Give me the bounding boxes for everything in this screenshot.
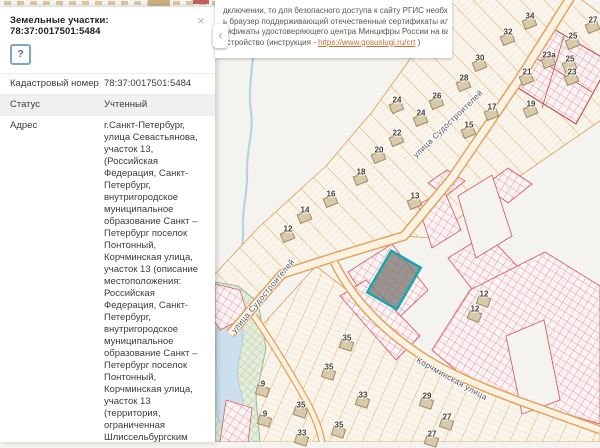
table-row: Статус Учтенный: [0, 94, 215, 115]
banner-line: дключении, то для безопасного доступа к …: [223, 6, 448, 15]
row-label: Статус: [10, 99, 41, 110]
table-row: Кадастровый номер 78:37:0017501:5484: [0, 73, 215, 94]
banner-line: тификаты удостоверяющего центра Минцифры…: [223, 27, 448, 36]
map-fragment: [148, 0, 170, 6]
table-row: Адрес г.Санкт-Петербург, улица Севастьян…: [0, 115, 215, 442]
gosuslugi-link[interactable]: https://www.gosuslugi.ru/crt: [318, 38, 415, 47]
banner-line: ь браузер поддерживающий отечественные с…: [223, 16, 448, 26]
banner-line: устройство (инструкция - https://www.gos…: [223, 38, 448, 49]
row-value: Учтенный: [104, 99, 148, 110]
certificate-warning-banner: дключении, то для безопасного доступа к …: [215, 0, 452, 58]
panel-title: Земельные участки: 78:37:0017501:5484: [10, 15, 109, 37]
panel-header: Земельные участки: 78:37:0017501:5484 ×: [0, 7, 215, 37]
banner-line-prefix: устройство (инструкция -: [223, 37, 319, 47]
row-label: Адрес: [10, 120, 38, 131]
row-value: 78:37:0017501:5484: [104, 78, 192, 89]
row-label: Кадастровый номер: [10, 78, 99, 89]
banner-line-suffix: ): [415, 37, 421, 47]
row-value: г.Санкт-Петербург, улица Севастьянова, у…: [104, 120, 199, 442]
banner-collapse-chevron-icon[interactable]: ‹: [213, 24, 228, 48]
attribute-table: Кадастровый номер 78:37:0017501:5484 Ста…: [0, 73, 215, 442]
close-icon[interactable]: ×: [194, 14, 208, 28]
parcel-info-panel: Земельные участки: 78:37:0017501:5484 × …: [0, 7, 215, 442]
help-button[interactable]: ?: [10, 44, 31, 65]
map-fragment: [193, 0, 209, 4]
